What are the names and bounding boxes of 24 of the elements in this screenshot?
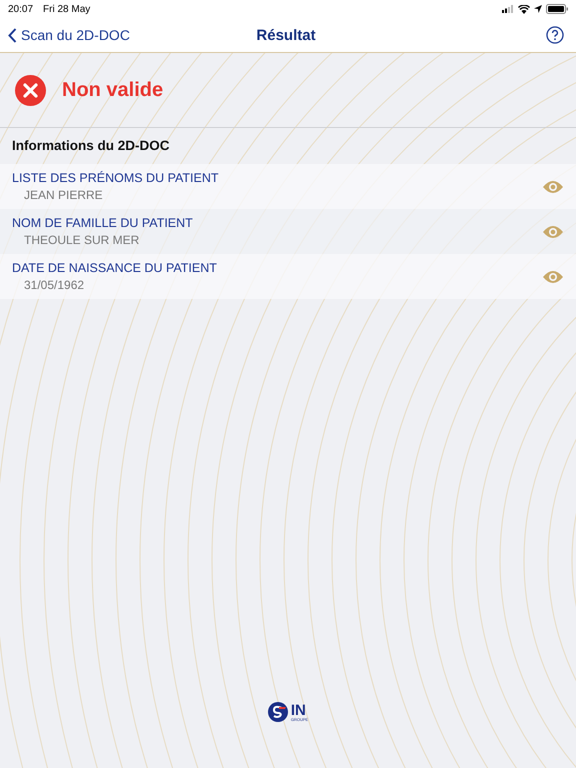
eye-icon[interactable] [542,270,564,284]
eye-icon[interactable] [542,224,564,238]
eye-icon[interactable] [542,180,564,194]
field-label: DATE DE NAISSANCE DU PATIENT [12,261,218,275]
section-title: Informations du 2D-DOC [11,137,170,155]
back-button[interactable]: Scan du 2D-DOC [8,27,168,43]
location-icon [534,5,542,13]
page-title: Résultat [255,26,317,44]
logo-icon [268,702,288,722]
field-value: THEOULE SUR MER [23,233,140,247]
signal-icon [502,5,514,13]
wifi-icon [518,4,530,14]
chevron-left-icon [8,28,17,42]
battery-icon [546,4,568,14]
help-icon[interactable] [546,26,564,44]
status-time: 20:07 [8,4,34,14]
result-status: Non valide [62,78,164,102]
field-value: 31/05/1962 [23,278,86,292]
error-icon [15,74,46,106]
field-label: LISTE DES PRÉNOMS DU PATIENT [12,171,220,185]
logo-text: IN [290,702,306,718]
field-label: NOM DE FAMILLE DU PATIENT [12,216,194,230]
status-date: Fri 28 May [43,4,90,14]
field-value: JEAN PIERRE [23,188,104,202]
